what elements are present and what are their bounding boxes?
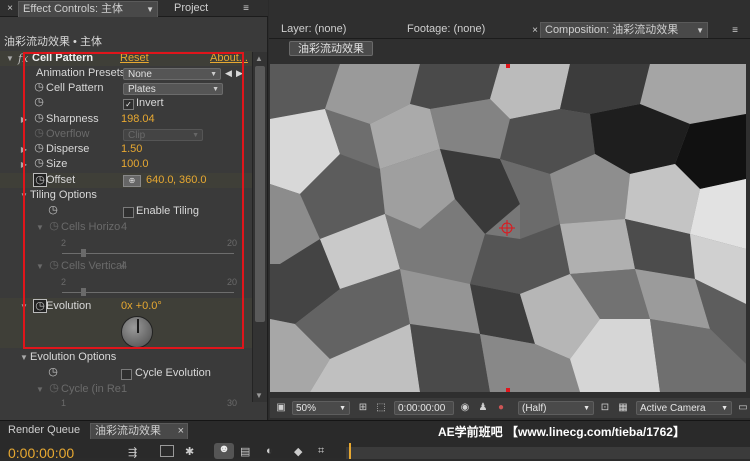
cycle-evolution-row: ◷ Cycle Evolution [0,366,252,381]
zoom-dropdown[interactable]: 50% ▼ [292,401,350,415]
tab-project[interactable]: Project [170,1,212,16]
draft-3d-icon[interactable]: ✱ [185,445,194,458]
panel-menu-icon[interactable]: ≡ [236,2,256,15]
tab-composition[interactable]: Composition: 油彩流动效果 ▼ [540,22,708,38]
panel-close-icon[interactable]: × [2,2,18,15]
effect-controls-panel: × Effect Controls: 主体 ▼ Project ≡ 油彩流动效果… [0,0,268,420]
stopwatch-icon: ◷ [49,382,59,394]
stopwatch-icon[interactable]: ◷ [47,366,59,378]
transparency-grid-icon[interactable]: ▦ [616,401,630,415]
viewer-toolbar: ▣ 50% ▼ ⊞ ⬚ 0:00:00:00 ◉ ♟ ● (Half) ▼ ⊡ ▦ … [270,398,750,418]
breadcrumb: 油彩流动效果 • 主体 [4,36,102,48]
scroll-thumb[interactable] [255,66,265,322]
brainstorm-icon[interactable]: ⌗ [318,445,324,458]
dropdown-arrow-icon: ▼ [721,405,728,412]
view-layout-icon[interactable]: ▭ [736,401,750,415]
resolution-dropdown[interactable]: (Half) ▼ [518,401,594,415]
cycle-row: ▼ ◷ Cycle (in Re 1 [0,382,252,397]
tab-render-queue[interactable]: Render Queue [4,423,84,438]
region-of-interest-icon[interactable]: ⊡ [598,401,612,415]
dropdown-arrow-icon: ▼ [339,405,346,412]
cycle-evolution-checkbox[interactable] [121,369,132,380]
cycle-min: 1 [61,398,67,408]
scroll-up-icon[interactable]: ▲ [255,54,263,63]
composition-canvas[interactable] [270,64,746,392]
viewer-tab-bar: Layer: (none) Footage: (none) × Composit… [269,20,750,39]
tab-footage[interactable]: Footage: (none) [403,22,489,37]
timeline-tools-icon[interactable]: ⇶ [128,446,137,459]
current-time-field[interactable]: 0:00:00:00 [394,401,454,415]
tab-effect-controls[interactable]: Effect Controls: 主体 ▼ [18,1,158,17]
always-preview-icon[interactable]: ▣ [274,401,288,415]
evolution-options-row: ▼ Evolution Options [0,350,252,365]
tab-dropdown-icon[interactable]: ▼ [696,23,704,38]
vertical-scrollbar[interactable]: ▲ ▼ [252,52,267,402]
mask-view-icon[interactable]: ⬚ [374,401,388,415]
tab-close-icon[interactable]: × [178,424,184,439]
evolution-options-label: Evolution Options [30,351,117,363]
panel-tab-bar: × Effect Controls: 主体 ▼ Project ≡ [0,0,268,17]
shy-layers-icon[interactable]: ☻ [214,443,234,459]
camera-dropdown[interactable]: Active Camera ▼ [636,401,732,415]
dropdown-arrow-icon: ▼ [583,405,590,412]
snapshot-icon[interactable]: ◉ [458,401,472,415]
current-time-indicator[interactable] [349,443,351,459]
collapse-triangle-icon[interactable]: ▼ [6,51,14,66]
camera-value: Active Camera [640,403,706,414]
show-snapshot-icon[interactable]: ♟ [476,401,490,415]
cycle-evolution-label: Cycle Evolution [135,367,211,379]
tab-dropdown-icon[interactable]: ▼ [146,2,154,17]
tab-effect-controls-label: Effect Controls: 主体 [23,3,124,15]
safe-zones-icon[interactable]: ⊞ [356,401,370,415]
scroll-down-icon[interactable]: ▼ [255,391,263,400]
tab-timeline[interactable]: 油彩流动效果 × [90,423,188,439]
tab-composition-label: Composition: 油彩流动效果 [545,24,679,36]
cell-pattern-render [270,64,746,392]
frame-blending-icon[interactable]: ▤ [240,445,250,458]
graph-editor-icon[interactable]: ◆ [294,445,302,458]
tab-layer[interactable]: Layer: (none) [277,22,350,37]
collapse-triangle-icon: ▼ [36,385,44,394]
zoom-value: 50% [296,403,317,414]
collapse-triangle-icon[interactable]: ▼ [20,350,28,365]
highlight-box [23,52,244,349]
tab-timeline-label: 油彩流动效果 [95,425,161,437]
comp-mini-flowchart-icon[interactable] [160,445,174,457]
channel-icon[interactable]: ● [494,401,508,415]
watermark-text: AE学前班吧 【www.linecg.com/tieba/1762】 [438,425,685,439]
cycle-label: Cycle (in Re [61,383,121,395]
resolution-value: (Half) [522,403,547,414]
comp-flow-button[interactable]: 油彩流动效果 [289,41,373,56]
cycle-value: 1 [121,383,128,395]
cycle-max: 30 [227,398,238,408]
viewer-menu-icon[interactable]: ≡ [725,24,745,37]
motion-blur-icon[interactable]: ◐ [266,445,273,457]
timeline-panel: Render Queue 油彩流动效果 × 0:00:00:00 ⇶ ✱ ☻ ▤… [0,420,750,460]
time-ruler[interactable] [346,447,750,459]
